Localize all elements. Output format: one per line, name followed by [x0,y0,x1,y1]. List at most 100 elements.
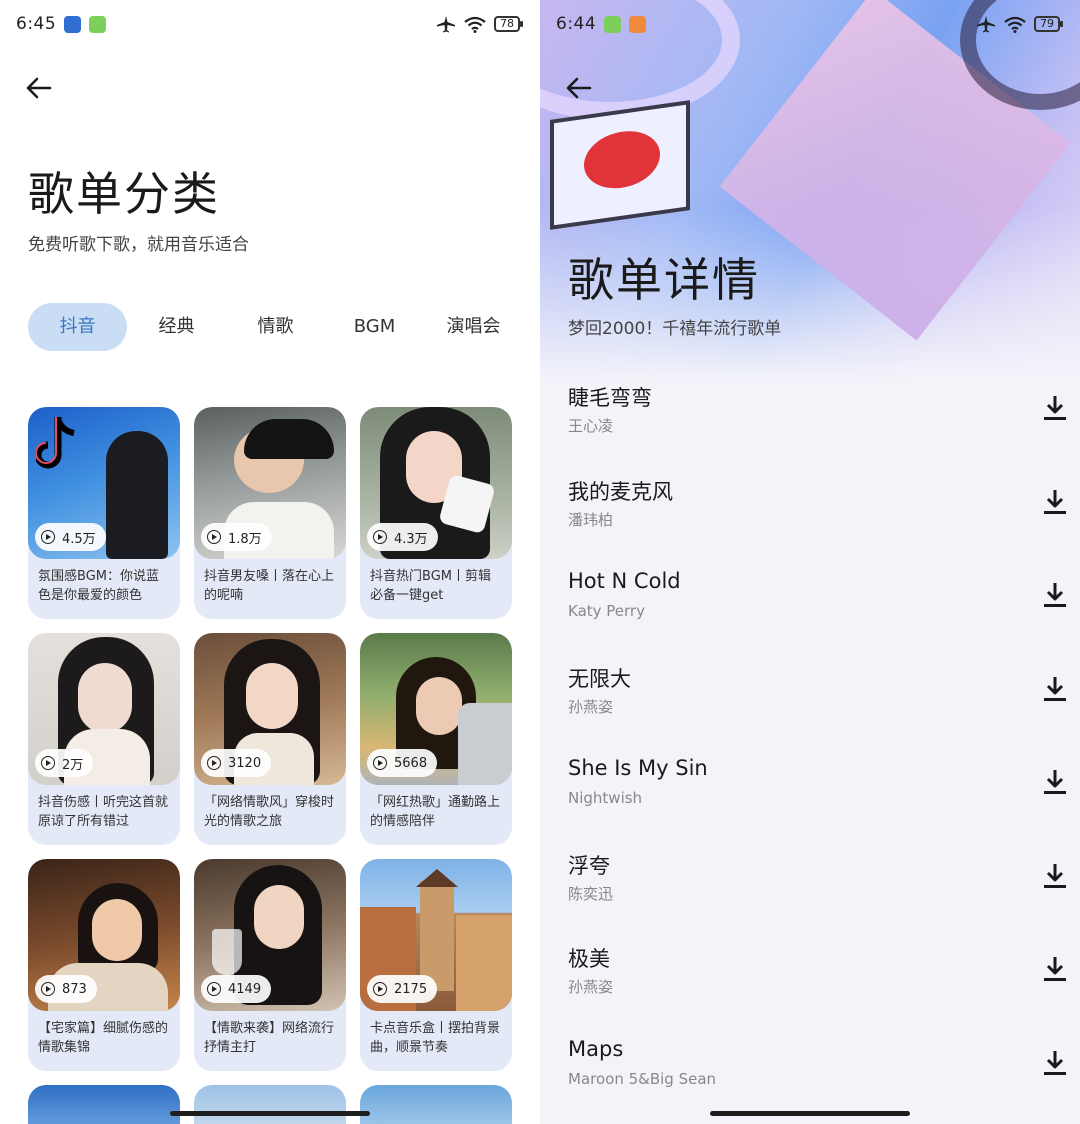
tab-bgm[interactable]: BGM [325,303,424,351]
song-artist: Nightwish [568,789,643,807]
playlist-description: 抖音男友嗓丨落在心上的呢喃 [204,569,335,603]
song-list: 睫毛弯弯 王心凌 我的麦克风 潘玮柏 Hot N Cold Katy Perry… [568,370,1068,1118]
song-title: Hot N Cold [568,569,681,593]
song-row[interactable]: 睫毛弯弯 王心凌 [568,370,1068,464]
playlist-card[interactable]: 873 【宅家篇】细腻伤感的情歌集锦 [28,859,180,1071]
song-artist: 潘玮柏 [568,510,614,529]
song-artist: 王心凌 [568,417,614,435]
tab-concert[interactable]: 演唱会 [424,303,523,351]
playlist-grid: 4.5万 氛围感BGM：你说蓝色是你最爱的颜色 1.8万 抖音男友嗓丨落在心上的… [28,407,512,1071]
tab-classic[interactable]: 经典 [127,303,226,351]
playlist-cover-image: 4.3万 [360,407,512,559]
home-indicator[interactable] [710,1111,910,1116]
playlist-cover-image: 3120 [194,633,346,785]
battery-icon: 79 [1034,16,1063,32]
playlist-description: 卡点音乐盒丨摆拍背景曲，顺景节奏 [370,1021,501,1055]
play-count-badge: 4.5万 [35,523,106,551]
download-icon[interactable] [1042,768,1068,796]
song-row[interactable]: 我的麦克风 潘玮柏 [568,464,1068,558]
play-circle-icon [373,530,387,544]
playlist-card-partial[interactable] [194,1085,346,1124]
song-row[interactable]: Hot N Cold Katy Perry [568,557,1068,651]
playlist-card[interactable]: 5668 「网红热歌」通勤路上的情感陪伴 [360,633,512,845]
status-bar: 6:45 78 [16,10,523,38]
play-count: 1.8万 [228,531,262,547]
song-title: She Is My Sin [568,756,708,780]
play-count-badge: 2万 [35,749,94,777]
figure-face [92,899,142,961]
playlist-category-screen: 6:45 78 歌单分类 免费听歌下歌，就用音乐适合 抖音 经典 情歌 BGM … [0,0,540,1124]
page-title: 歌单分类 [28,167,220,221]
play-count-badge: 3120 [201,749,272,777]
play-count-badge: 2175 [367,975,438,1003]
playlist-description: 抖音热门BGM丨剪辑必备一键get [370,569,491,603]
airplane-icon [437,16,455,33]
playlist-card-partial[interactable] [360,1085,512,1124]
playlist-card[interactable]: 3120 「网络情歌风」穿梭时光的情歌之旅 [194,633,346,845]
playlist-description: 「网络情歌风」穿梭时光的情歌之旅 [204,795,335,829]
playlist-cover-image: 873 [28,859,180,1011]
song-title: Maps [568,1036,624,1061]
play-circle-icon [41,982,55,996]
playlist-cover-image: 4.5万 [28,407,180,559]
song-artist: Katy Perry [568,602,645,620]
download-icon[interactable] [1042,394,1068,422]
back-arrow-icon[interactable] [564,73,594,103]
song-title: 睫毛弯弯 [568,386,652,410]
download-icon[interactable] [1042,488,1068,516]
play-count-badge: 4.3万 [367,523,438,551]
tab-love-songs[interactable]: 情歌 [226,303,325,351]
download-icon[interactable] [1042,862,1068,890]
playlist-description: 氛围感BGM：你说蓝色是你最爱的颜色 [38,569,159,603]
decor-lips [584,126,660,194]
playlist-card[interactable]: 4149 【情歌来袭】网络流行抒情主打 [194,859,346,1071]
status-time: 6:45 [16,14,57,34]
music-app-notification-icon [64,15,82,33]
download-icon[interactable] [1042,955,1068,983]
song-artist: 陈奕迅 [568,884,614,903]
play-count: 873 [62,981,87,997]
tab-douyin[interactable]: 抖音 [28,303,127,351]
playlist-card[interactable]: 2175 卡点音乐盒丨摆拍背景曲，顺景节奏 [360,859,512,1071]
wifi-icon [1004,16,1026,33]
wifi-icon [464,16,486,33]
home-indicator[interactable] [170,1111,370,1116]
play-circle-icon [41,530,55,544]
playlist-card-partial[interactable] [28,1085,180,1124]
download-notification-icon [89,15,107,33]
page-subtitle: 免费听歌下歌，就用音乐适合 [28,235,249,255]
download-icon[interactable] [1042,581,1068,609]
song-title: 浮夸 [568,853,610,878]
figure-silhouette [106,431,168,559]
decor-card [550,100,690,230]
play-count: 2175 [394,981,428,997]
song-row[interactable]: Maps Maroon 5&Big Sean [568,1025,1068,1119]
playlist-cover-image: 2175 [360,859,512,1011]
figure-face [78,663,132,733]
figure-face [246,663,298,729]
download-icon[interactable] [1042,675,1068,703]
playlist-card[interactable]: 1.8万 抖音男友嗓丨落在心上的呢喃 [194,407,346,619]
song-row[interactable]: 无限大 孙燕姿 [568,651,1068,745]
playlist-description: 抖音伤感丨听完这首就原谅了所有错过 [38,795,169,829]
playlist-cover-image: 5668 [360,633,512,785]
download-icon[interactable] [1042,1049,1068,1077]
play-circle-icon [41,756,55,770]
play-count: 2万 [62,757,84,773]
playlist-description: 「网红热歌」通勤路上的情感陪伴 [370,795,501,829]
playlist-card[interactable]: 4.5万 氛围感BGM：你说蓝色是你最爱的颜色 [28,407,180,619]
song-row[interactable]: 浮夸 陈奕迅 [568,838,1068,932]
song-row[interactable]: She Is My Sin Nightwish [568,744,1068,838]
airplane-icon [977,16,995,33]
playlist-cover-image: 4149 [194,859,346,1011]
figure-hair [244,419,334,459]
play-circle-icon [207,530,221,544]
back-arrow-icon[interactable] [24,73,54,103]
song-title: 极美 [568,947,610,971]
play-circle-icon [373,982,387,996]
playlist-cover-image: 2万 [28,633,180,785]
playlist-card[interactable]: 4.3万 抖音热门BGM丨剪辑必备一键get [360,407,512,619]
playlist-card[interactable]: 2万 抖音伤感丨听完这首就原谅了所有错过 [28,633,180,845]
playlist-description: 【情歌来袭】网络流行抒情主打 [204,1021,335,1055]
song-row[interactable]: 极美 孙燕姿 [568,931,1068,1025]
